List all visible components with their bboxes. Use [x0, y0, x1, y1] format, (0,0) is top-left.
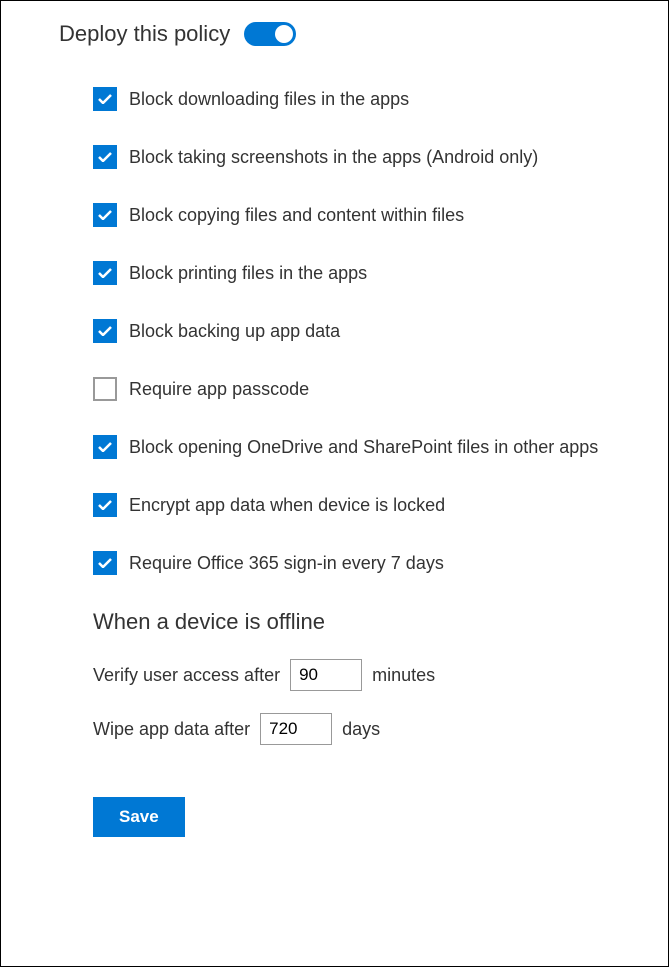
offline-heading: When a device is offline: [93, 609, 640, 635]
option-block-printing: Block printing files in the apps: [93, 261, 640, 285]
option-label: Block downloading files in the apps: [129, 89, 409, 110]
verify-access-row: Verify user access after minutes: [93, 659, 640, 691]
verify-access-prefix: Verify user access after: [93, 665, 280, 686]
save-button[interactable]: Save: [93, 797, 185, 837]
option-label: Block opening OneDrive and SharePoint fi…: [129, 437, 598, 458]
verify-access-suffix: minutes: [372, 665, 435, 686]
deploy-policy-toggle[interactable]: [244, 22, 296, 46]
option-block-copying: Block copying files and content within f…: [93, 203, 640, 227]
option-block-backup: Block backing up app data: [93, 319, 640, 343]
check-icon: [98, 152, 112, 162]
check-icon: [98, 326, 112, 336]
option-block-screenshots: Block taking screenshots in the apps (An…: [93, 145, 640, 169]
option-block-onedrive: Block opening OneDrive and SharePoint fi…: [93, 435, 640, 459]
checkbox-require-passcode[interactable]: [93, 377, 117, 401]
checkbox-block-onedrive[interactable]: [93, 435, 117, 459]
option-block-downloading: Block downloading files in the apps: [93, 87, 640, 111]
option-label: Block copying files and content within f…: [129, 205, 464, 226]
policy-options: Block downloading files in the apps Bloc…: [29, 87, 640, 837]
check-icon: [98, 268, 112, 278]
option-encrypt-data: Encrypt app data when device is locked: [93, 493, 640, 517]
checkbox-block-copying[interactable]: [93, 203, 117, 227]
wipe-data-input[interactable]: [260, 713, 332, 745]
wipe-data-suffix: days: [342, 719, 380, 740]
option-label: Encrypt app data when device is locked: [129, 495, 445, 516]
option-label: Block taking screenshots in the apps (An…: [129, 147, 538, 168]
check-icon: [98, 442, 112, 452]
option-label: Block printing files in the apps: [129, 263, 367, 284]
verify-access-input[interactable]: [290, 659, 362, 691]
checkbox-block-printing[interactable]: [93, 261, 117, 285]
check-icon: [98, 558, 112, 568]
checkbox-block-screenshots[interactable]: [93, 145, 117, 169]
checkbox-require-signin[interactable]: [93, 551, 117, 575]
check-icon: [98, 500, 112, 510]
toggle-knob: [275, 25, 293, 43]
option-require-signin: Require Office 365 sign-in every 7 days: [93, 551, 640, 575]
check-icon: [98, 210, 112, 220]
option-label: Require Office 365 sign-in every 7 days: [129, 553, 444, 574]
wipe-data-row: Wipe app data after days: [93, 713, 640, 745]
option-label: Require app passcode: [129, 379, 309, 400]
option-label: Block backing up app data: [129, 321, 340, 342]
page-title: Deploy this policy: [59, 21, 230, 47]
checkbox-encrypt-data[interactable]: [93, 493, 117, 517]
checkbox-block-backup[interactable]: [93, 319, 117, 343]
checkbox-block-downloading[interactable]: [93, 87, 117, 111]
option-require-passcode: Require app passcode: [93, 377, 640, 401]
wipe-data-prefix: Wipe app data after: [93, 719, 250, 740]
check-icon: [98, 94, 112, 104]
